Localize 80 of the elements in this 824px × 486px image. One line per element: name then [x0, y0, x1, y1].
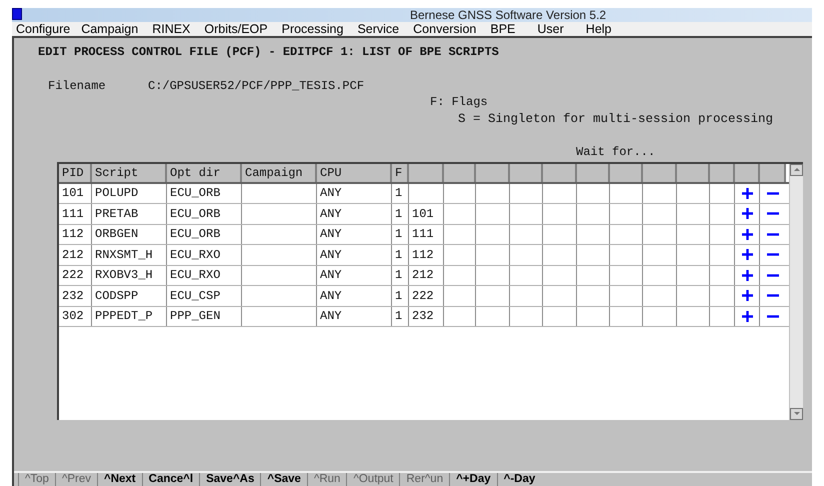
remove-row-button[interactable] [767, 192, 779, 195]
table-cell: ANY [317, 184, 392, 203]
remove-row-button[interactable] [767, 294, 779, 298]
remove-row-button[interactable] [767, 212, 779, 216]
remove-row-button[interactable] [767, 232, 779, 236]
column-header [760, 164, 786, 182]
menu-item[interactable]: User [522, 22, 579, 36]
table-cell: ANY [317, 245, 392, 264]
toolbar-button[interactable]: ^-Day [496, 473, 542, 486]
menu-item[interactable]: Help [578, 22, 619, 36]
column-header [710, 164, 735, 182]
menu-item[interactable]: BPE [483, 22, 522, 36]
remove-row-button[interactable] [767, 274, 779, 277]
toolbar-button[interactable]: Cance^l [142, 473, 200, 486]
flags-legend: F: Flags [430, 96, 812, 108]
menu-item[interactable]: Service [350, 22, 406, 36]
menu-item[interactable]: Configure [12, 22, 74, 36]
filename-value: C:/GPSUSER52/PCF/PPP_TESIS.PCF [148, 80, 364, 92]
column-header: CPU [317, 164, 392, 182]
toolbar-button[interactable]: Save^As [199, 473, 260, 486]
plus-icon [742, 310, 752, 322]
menu-item[interactable]: Campaign [74, 22, 146, 36]
add-row-button[interactable] [742, 270, 752, 281]
column-header [510, 164, 543, 182]
panel-title: EDIT PROCESS CONTROL FILE (PCF) - EDITPCF 1: LIST OF BPE SCRIPTS [38, 46, 500, 58]
plus-icon [742, 270, 752, 281]
minus-icon [767, 192, 779, 195]
minus-icon [767, 253, 779, 256]
column-header [643, 164, 677, 182]
column-header: F [392, 164, 409, 182]
menu-item[interactable]: Processing [274, 22, 350, 36]
menu-item[interactable]: RINEX [145, 22, 198, 36]
column-header [476, 164, 510, 182]
minus-icon [767, 212, 779, 216]
add-row-button[interactable] [742, 208, 752, 220]
add-row-button[interactable] [742, 249, 752, 260]
minus-icon [767, 294, 779, 298]
scroll-down-icon[interactable] [790, 408, 803, 420]
add-row-button[interactable] [742, 290, 752, 302]
plus-icon [742, 188, 752, 199]
minus-icon [767, 314, 779, 318]
window-title: Bernese GNSS Software Version 5.2 [410, 9, 606, 21]
table-cell: ANY [317, 224, 392, 244]
column-header: PID [59, 164, 92, 182]
toolbar-button[interactable]: ^+Day [449, 473, 497, 486]
column-header [577, 164, 610, 182]
remove-row-button[interactable] [767, 253, 779, 256]
column-header: Script [92, 164, 167, 182]
app-icon [12, 8, 22, 20]
plus-icon [742, 249, 752, 260]
filename-label: Filename [48, 80, 107, 92]
table-cell: ANY [317, 306, 392, 326]
column-header: Campaign [242, 164, 317, 182]
table-cell: ANY [317, 266, 392, 285]
toolbar-button[interactable]: ^Save [260, 473, 307, 486]
column-header [677, 164, 710, 182]
singleton-legend: S = Singleton for multi-session processing [458, 113, 812, 126]
table-cell: ANY [317, 204, 392, 224]
toolbar-button[interactable]: ^Next [97, 473, 142, 486]
plus-icon [742, 208, 752, 220]
scroll-up-icon[interactable] [790, 164, 803, 176]
column-header [543, 164, 577, 182]
table-cell: ANY [317, 286, 392, 306]
remove-row-button[interactable] [767, 314, 779, 318]
plus-icon [742, 290, 752, 302]
column-header [409, 164, 444, 182]
wait-for-label: Wait for... [576, 146, 656, 158]
minus-icon [767, 232, 779, 236]
menu-item[interactable]: Conversion [406, 22, 484, 36]
column-header [444, 164, 476, 182]
add-row-button[interactable] [742, 228, 752, 240]
add-row-button[interactable] [742, 188, 752, 199]
column-header: Opt dir [167, 164, 242, 182]
plus-icon [742, 228, 752, 240]
add-row-button[interactable] [742, 310, 752, 322]
menu-item[interactable]: Orbits/EOP [197, 22, 275, 36]
column-header [610, 164, 643, 182]
minus-icon [767, 274, 779, 277]
column-header [735, 164, 760, 182]
scrollbar[interactable] [789, 164, 803, 420]
